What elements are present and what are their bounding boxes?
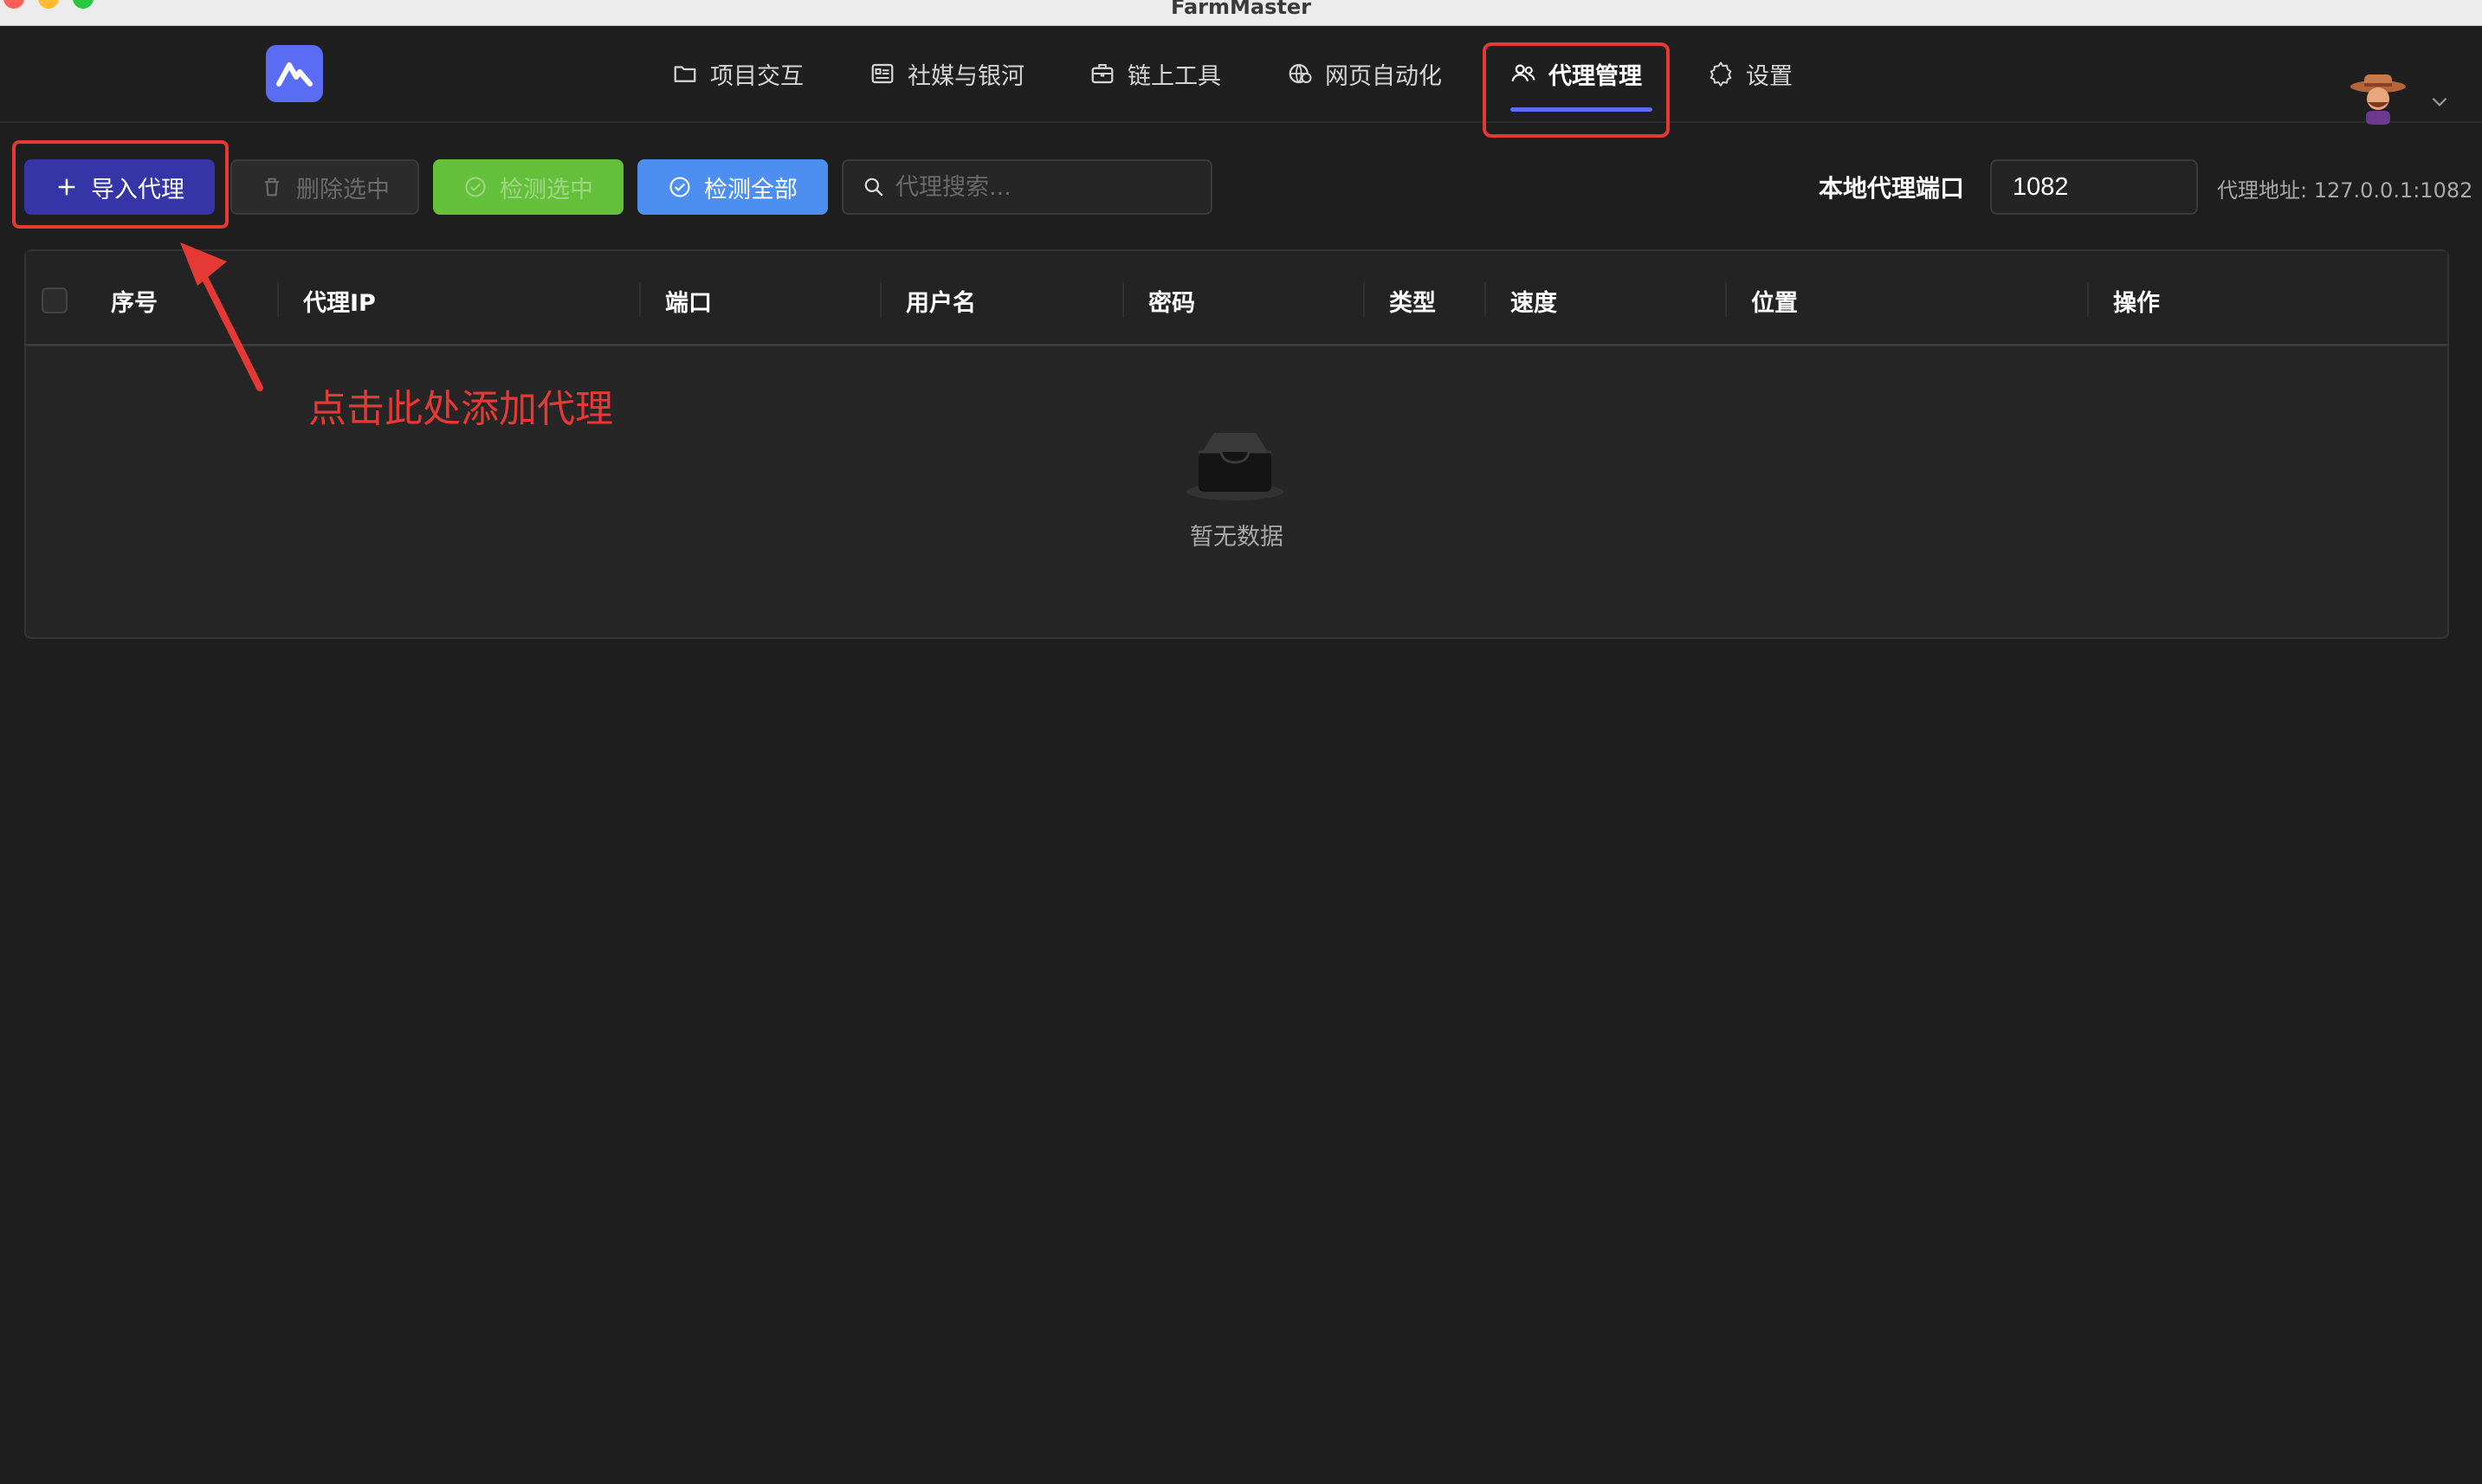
folder-icon bbox=[674, 66, 696, 82]
app-window: FarmMaster 项目交互 社媒与银河 链上工具 网页自动化 代理管理 设置… bbox=[0, 0, 2482, 1484]
column-divider bbox=[1725, 282, 1727, 317]
empty-inbox-icon bbox=[1186, 433, 1283, 500]
column-divider bbox=[880, 282, 882, 317]
nav-tab-projects[interactable]: 项目交互 bbox=[672, 52, 804, 95]
user-avatar[interactable] bbox=[2349, 71, 2408, 125]
window-title: FarmMaster bbox=[1171, 0, 1311, 19]
column-header-speed[interactable]: 速度 bbox=[1510, 284, 1557, 318]
nav-tab-onchain-tools[interactable]: 链上工具 bbox=[1089, 52, 1221, 95]
proxy-search-input[interactable] bbox=[895, 173, 1207, 201]
check-circle-icon bbox=[669, 177, 690, 197]
top-navbar: 项目交互 社媒与银河 链上工具 网页自动化 代理管理 设置 bbox=[0, 26, 2482, 125]
empty-state-text: 暂无数据 bbox=[1190, 524, 1283, 551]
nav-tab-label: 设置 bbox=[1746, 62, 1793, 90]
column-header-type[interactable]: 类型 bbox=[1389, 284, 1436, 318]
column-header-username[interactable]: 用户名 bbox=[906, 284, 976, 318]
column-header-actions: 操作 bbox=[2113, 290, 2160, 317]
column-header-proxy-ip[interactable]: 代理IP bbox=[303, 284, 376, 318]
title-bar: FarmMaster bbox=[0, 0, 2482, 26]
check-selected-button[interactable]: 检测选中 bbox=[433, 159, 624, 215]
nav-tab-label: 社媒与银河 bbox=[908, 62, 1024, 90]
chevron-down-icon[interactable] bbox=[2428, 90, 2451, 113]
nav-tab-label: 项目交互 bbox=[710, 62, 804, 90]
globe-gear-icon bbox=[1289, 63, 1312, 84]
nav-tab-settings[interactable]: 设置 bbox=[1708, 52, 1793, 95]
column-header-password[interactable]: 密码 bbox=[1148, 284, 1195, 318]
check-circle-icon bbox=[465, 177, 486, 197]
annotation-arrow-icon bbox=[180, 242, 263, 391]
select-all-checkbox[interactable] bbox=[42, 287, 68, 313]
column-divider bbox=[1363, 282, 1365, 317]
app-logo[interactable] bbox=[266, 45, 323, 102]
proxy-tab-highlight-box bbox=[1483, 42, 1670, 138]
trash-icon bbox=[264, 177, 280, 197]
gear-icon bbox=[1710, 61, 1732, 87]
nav-tab-social[interactable]: 社媒与银河 bbox=[869, 52, 1024, 95]
proxy-search-box[interactable] bbox=[842, 159, 1212, 215]
proxy-table: 序号 代理IP 端口 用户名 密码 类型 速度 位置 操作 暂无数据 bbox=[24, 249, 2449, 639]
annotation-text: 点击此处添加代理 bbox=[308, 387, 613, 431]
check-all-button[interactable]: 检测全部 bbox=[637, 159, 828, 215]
local-proxy-port-input[interactable] bbox=[1990, 159, 2198, 215]
column-divider bbox=[1484, 282, 1486, 317]
nav-tab-label: 网页自动化 bbox=[1325, 62, 1442, 90]
nav-tab-web-automation[interactable]: 网页自动化 bbox=[1287, 52, 1442, 95]
column-header-port[interactable]: 端口 bbox=[665, 284, 712, 318]
delete-selected-button[interactable]: 删除选中 bbox=[230, 159, 419, 215]
farmer-avatar-icon bbox=[2350, 74, 2406, 125]
nav-tab-label: 链上工具 bbox=[1128, 62, 1221, 90]
import-button-highlight-box bbox=[12, 140, 229, 229]
local-proxy-port-label: 本地代理端口 bbox=[1819, 174, 1965, 203]
column-divider bbox=[1122, 282, 1124, 317]
column-header-location[interactable]: 位置 bbox=[1751, 284, 1798, 318]
column-divider bbox=[2087, 282, 2089, 317]
check-all-label: 检测全部 bbox=[704, 176, 798, 203]
briefcase-icon bbox=[1091, 64, 1114, 84]
delete-selected-label: 删除选中 bbox=[296, 176, 390, 203]
id-card-icon bbox=[871, 63, 894, 84]
column-divider bbox=[277, 282, 279, 317]
logo-icon bbox=[276, 62, 313, 87]
table-header: 序号 代理IP 端口 用户名 密码 类型 速度 位置 操作 bbox=[26, 251, 2447, 346]
search-icon bbox=[864, 177, 883, 197]
column-divider bbox=[639, 282, 641, 317]
proxy-address-text: 代理地址: 127.0.0.1:1082 bbox=[2217, 178, 2473, 203]
column-header-index[interactable]: 序号 bbox=[111, 284, 158, 318]
check-selected-label: 检测选中 bbox=[500, 176, 593, 203]
